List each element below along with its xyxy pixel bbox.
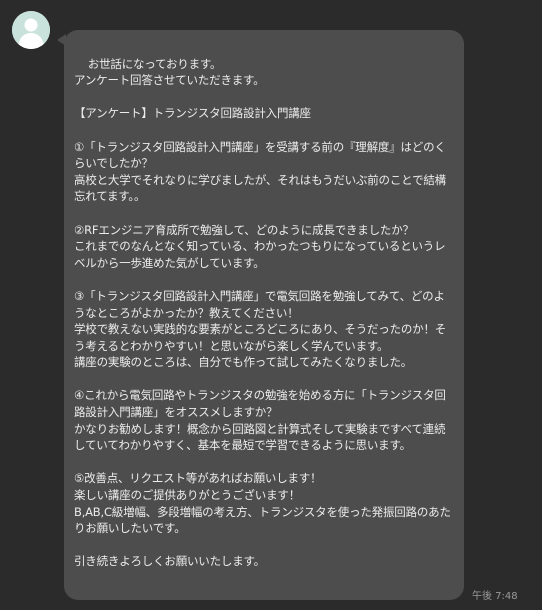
- chat-area: お世話になっております。 アンケート回答させていただきます。 【アンケート】トラ…: [0, 0, 542, 610]
- message-timestamp: 午後 7:48: [472, 591, 518, 602]
- message-text: お世話になっております。 アンケート回答させていただきます。 【アンケート】トラ…: [74, 56, 451, 569]
- message-bubble[interactable]: お世話になっております。 アンケート回答させていただきます。 【アンケート】トラ…: [57, 30, 464, 600]
- avatar[interactable]: [12, 11, 50, 49]
- default-user-avatar-icon: [12, 11, 50, 49]
